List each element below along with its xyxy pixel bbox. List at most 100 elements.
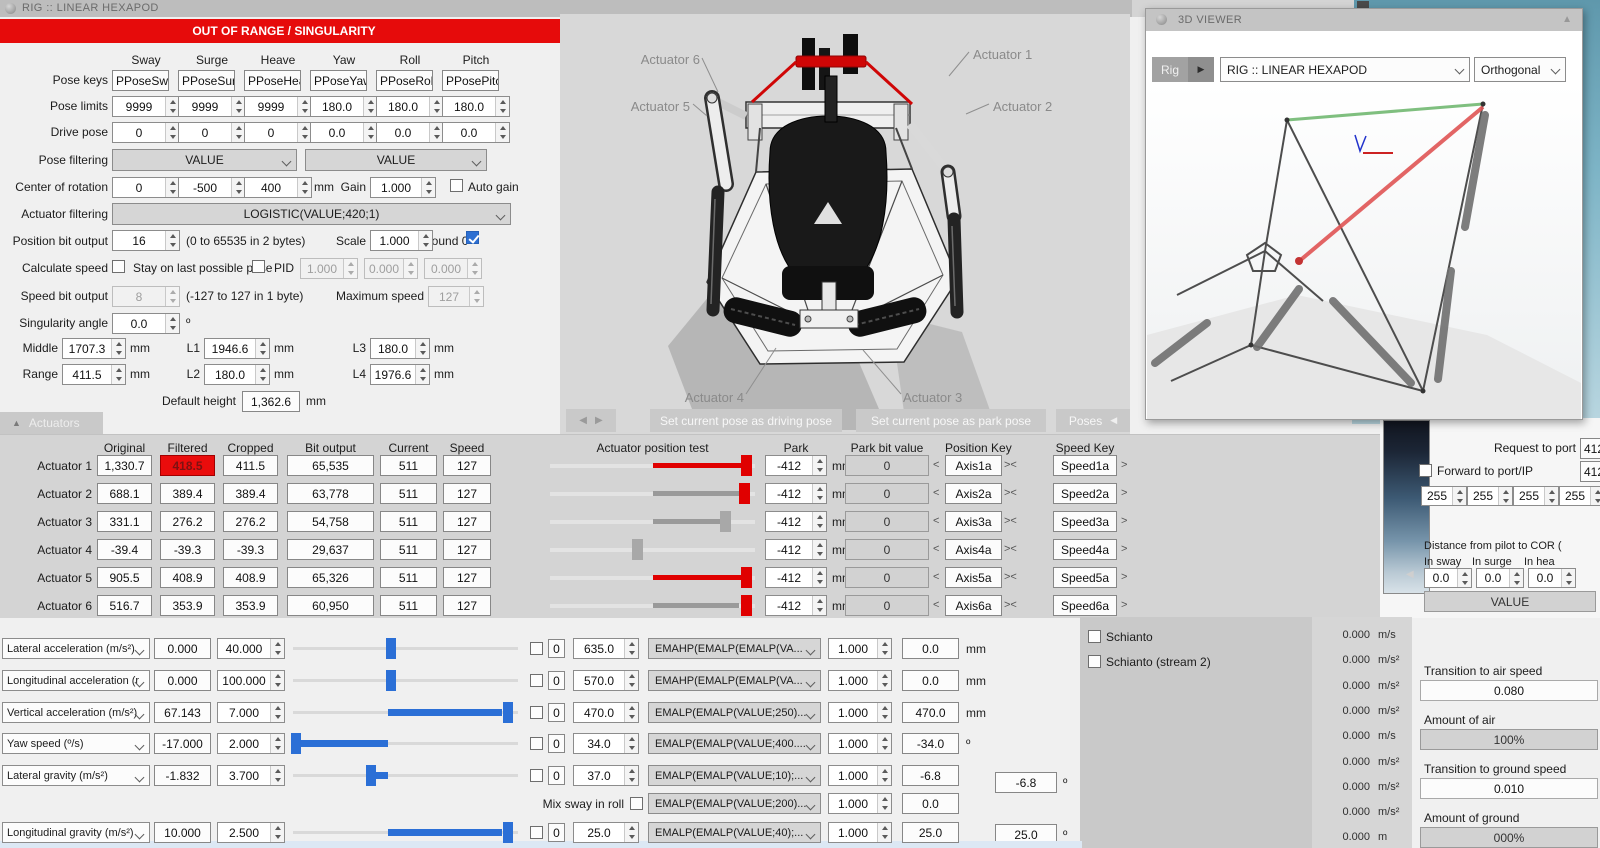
spinner-arrows[interactable] xyxy=(255,339,269,358)
spinner-down-icon[interactable] xyxy=(271,833,284,843)
spinner-down-icon[interactable] xyxy=(813,494,826,504)
spinner-up-icon[interactable] xyxy=(419,231,432,241)
spinner-arrows[interactable] xyxy=(403,259,417,278)
pose-key-input[interactable]: PPosePitch xyxy=(442,70,499,91)
maximum-speed-spinner[interactable]: 127 xyxy=(428,286,484,307)
pose-filter-dropdown-left[interactable]: VALUE xyxy=(112,149,297,171)
spinner-down-icon[interactable] xyxy=(813,606,826,616)
mixer-formula-dropdown[interactable]: EMALP(EMALP(VALUE;400.... xyxy=(648,733,821,754)
spinner-arrows[interactable] xyxy=(624,766,638,785)
mixer-limit-spinner[interactable]: 570.0 xyxy=(573,670,639,691)
spinner-arrows[interactable] xyxy=(812,512,826,531)
spinner-arrows[interactable] xyxy=(877,734,891,753)
calculate-speed-checkbox[interactable] xyxy=(112,260,125,273)
pose-limit-spinner[interactable]: 9999 xyxy=(112,96,180,117)
mixer-channel-dropdown[interactable]: Lateral acceleration (m/s²) xyxy=(2,638,150,659)
spinner-down-icon[interactable] xyxy=(1562,578,1575,587)
spinner-arrows[interactable] xyxy=(297,123,311,142)
spinner-arrows[interactable] xyxy=(877,703,891,722)
spinner-up-icon[interactable] xyxy=(416,339,429,349)
spinner-up-icon[interactable] xyxy=(271,766,284,776)
spinner-arrows[interactable] xyxy=(1457,569,1471,587)
mixer-limit-spinner[interactable]: 635.0 xyxy=(573,638,639,659)
slider-handle[interactable] xyxy=(741,595,752,616)
spinner-up-icon[interactable] xyxy=(878,671,891,681)
spinner-arrows[interactable] xyxy=(165,123,179,142)
spinner-arrows[interactable] xyxy=(877,794,891,813)
spinner-arrows[interactable] xyxy=(1590,487,1600,505)
spinner-down-icon[interactable] xyxy=(878,776,891,786)
distance-spinner[interactable]: 0.0 xyxy=(1528,568,1576,588)
spinner-up-icon[interactable] xyxy=(496,123,509,133)
spinner-down-icon[interactable] xyxy=(625,681,638,691)
key-increase-icon[interactable]: > xyxy=(1121,571,1127,583)
spinner-arrows[interactable] xyxy=(270,703,284,722)
key-swap-icons[interactable]: >< xyxy=(1004,487,1017,499)
spinner-down-icon[interactable] xyxy=(422,188,435,198)
position-key-input[interactable]: Axis3a xyxy=(945,511,1002,532)
spinner-down-icon[interactable] xyxy=(416,375,429,385)
spinner-arrows[interactable] xyxy=(165,287,179,306)
spinner-down-icon[interactable] xyxy=(1499,496,1512,505)
spinner-arrows[interactable] xyxy=(343,259,357,278)
actuator-position-slider[interactable] xyxy=(550,455,755,476)
spinner-up-icon[interactable] xyxy=(271,671,284,681)
spinner-down-icon[interactable] xyxy=(344,269,357,279)
mixer-slider[interactable] xyxy=(293,822,518,843)
mixer-gain-spinner[interactable]: 1.000 xyxy=(828,638,892,659)
spinner-arrows[interactable] xyxy=(270,639,284,658)
range-spinner[interactable]: 411.5 xyxy=(62,364,126,385)
spinner-up-icon[interactable] xyxy=(878,703,891,713)
spinner-down-icon[interactable] xyxy=(625,649,638,659)
mixer-slider[interactable] xyxy=(293,702,518,723)
mixer-gain-spinner[interactable]: 1.000 xyxy=(828,670,892,691)
slider-handle[interactable] xyxy=(503,702,513,723)
spinner-up-icon[interactable] xyxy=(1545,487,1558,496)
collapse-photo-icon[interactable]: ◀ xyxy=(1406,569,1414,580)
spinner-up-icon[interactable] xyxy=(813,484,826,494)
mixer-channel-dropdown[interactable]: Yaw speed (º/s) xyxy=(2,733,150,754)
spinner-arrows[interactable] xyxy=(111,365,125,384)
pid-spinner[interactable]: 1.000 xyxy=(300,258,358,279)
mixer-formula-dropdown[interactable]: EMAHP(EMALP(EMALP(VA... xyxy=(648,670,821,691)
cor-spinner[interactable]: 0 xyxy=(112,177,180,198)
spinner-up-icon[interactable] xyxy=(470,287,483,297)
pose-key-input[interactable]: PPoseYaw xyxy=(310,70,367,91)
spinner-up-icon[interactable] xyxy=(625,766,638,776)
spinner-up-icon[interactable] xyxy=(1510,569,1523,578)
mixer-scale-spinner[interactable]: 2.500 xyxy=(217,822,285,843)
mixer-formula-dropdown[interactable]: EMALP(EMALP(VALUE;250)... xyxy=(648,702,821,723)
speed-key-input[interactable]: Speed1a xyxy=(1053,455,1117,476)
mixer-zero-button[interactable]: 0 xyxy=(548,703,565,722)
key-swap-icons[interactable]: >< xyxy=(1004,543,1017,555)
actuator-position-slider[interactable] xyxy=(550,511,755,532)
spinner-down-icon[interactable] xyxy=(878,804,891,814)
pose-limit-spinner[interactable]: 9999 xyxy=(244,96,312,117)
speed-key-input[interactable]: Speed4a xyxy=(1053,539,1117,560)
key-decrease-icon[interactable]: < xyxy=(933,515,939,527)
key-increase-icon[interactable]: > xyxy=(1121,599,1127,611)
set-driving-pose-button[interactable]: Set current pose as driving pose xyxy=(650,409,842,432)
spinner-down-icon[interactable] xyxy=(813,522,826,532)
spinner-down-icon[interactable] xyxy=(271,776,284,786)
viewer-collapse-icon[interactable]: ▲ xyxy=(1562,14,1572,25)
key-decrease-icon[interactable]: < xyxy=(933,599,939,611)
spinner-down-icon[interactable] xyxy=(416,349,429,359)
spinner-up-icon[interactable] xyxy=(256,365,269,375)
spinner-arrows[interactable] xyxy=(877,671,891,690)
mixer-enable-checkbox[interactable] xyxy=(530,706,543,719)
drive-pose-spinner[interactable]: 0.0 xyxy=(442,122,510,143)
poses-button[interactable]: Poses ◀ xyxy=(1056,409,1130,432)
actuator-position-slider[interactable] xyxy=(550,567,755,588)
mixer-channel-dropdown[interactable]: Longitudinal gravity (m/s²) xyxy=(2,822,150,843)
key-increase-icon[interactable]: > xyxy=(1121,543,1127,555)
spinner-up-icon[interactable] xyxy=(625,734,638,744)
mixer-scale-spinner[interactable]: 100.000 xyxy=(217,670,285,691)
spinner-arrows[interactable] xyxy=(624,823,638,842)
spinner-up-icon[interactable] xyxy=(1591,487,1600,496)
air-speed-input[interactable]: 0.080 xyxy=(1420,680,1598,701)
pose-key-input[interactable]: PPoseRoll xyxy=(376,70,433,91)
spinner-up-icon[interactable] xyxy=(112,339,125,349)
spinner-down-icon[interactable] xyxy=(404,269,417,279)
spinner-up-icon[interactable] xyxy=(166,287,179,297)
